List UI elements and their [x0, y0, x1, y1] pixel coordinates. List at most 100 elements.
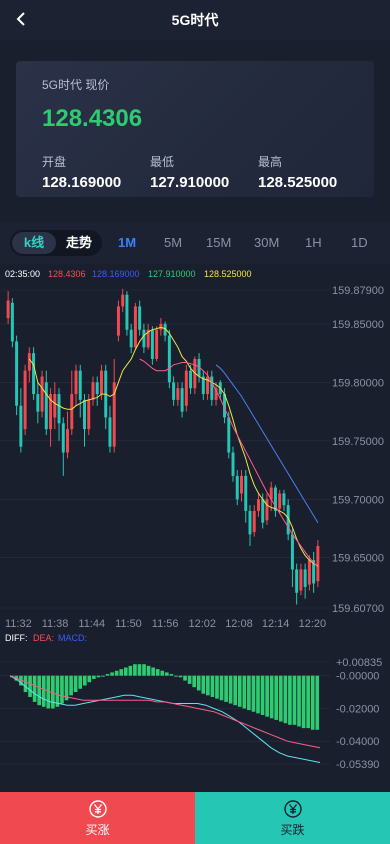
candle-body [303, 569, 307, 587]
candle-body [44, 382, 48, 430]
candle-body [66, 429, 70, 453]
macd-bar [37, 675, 41, 706]
candle-body [240, 475, 243, 494]
macd-bar [192, 675, 196, 688]
macd-y-tick-label: +0.00835 [336, 657, 382, 669]
candle-body [244, 475, 248, 511]
interval-15m[interactable]: 15M [206, 235, 231, 250]
tab-trend[interactable]: 走势 [58, 232, 100, 254]
back-button[interactable] [10, 7, 34, 31]
macd-bar [210, 675, 215, 697]
y-tick-label: 159.65000 [332, 553, 384, 565]
macd-bar [278, 675, 283, 722]
macd-macd-label: MACD: [58, 633, 87, 643]
candle-body [316, 546, 320, 582]
candle-body [184, 370, 188, 406]
candle-body [129, 329, 133, 348]
candle-body [172, 382, 176, 400]
chart-mode-toggle: k线 走势 [10, 230, 102, 256]
y-tick-label: 159.87900 [332, 285, 384, 297]
macd-bar [41, 675, 46, 707]
candle-body [78, 370, 82, 400]
macd-bar [151, 667, 155, 676]
macd-bar [23, 675, 28, 693]
candle-body [108, 417, 112, 447]
buy-down-button[interactable]: 买跌 [195, 792, 390, 844]
macd-bar [178, 675, 183, 678]
macd-bar [256, 675, 260, 714]
candle-body [155, 329, 159, 359]
macd-bar [137, 664, 142, 676]
macd-y-tick-label: -0.02000 [336, 703, 379, 715]
nav-header: 5G时代 [0, 0, 390, 40]
candle-body [142, 329, 146, 348]
macd-bar [201, 675, 206, 694]
buy-down-label: 买跌 [280, 822, 305, 837]
candle-body [121, 294, 125, 307]
macd-bar [288, 675, 292, 725]
candle-body [290, 534, 294, 570]
macd-bar [242, 675, 247, 709]
x-tick-label: 11:56 [152, 618, 179, 630]
back-chevron-icon [16, 12, 25, 26]
macd-bar [82, 675, 87, 686]
candle-body [91, 382, 95, 400]
quote-card: 5G时代 现价 128.4306 开盘 128.169000 最低 127.91… [16, 61, 374, 197]
macd-bar [28, 675, 32, 697]
candle-body [307, 560, 311, 585]
candle-body [138, 306, 142, 330]
tab-kline[interactable]: k线 [12, 232, 56, 254]
trade-actions: 买涨 买跌 [0, 792, 390, 844]
candle-body [252, 510, 256, 533]
candle-body [125, 294, 129, 330]
candle-body [70, 394, 74, 430]
macd-bar [92, 675, 96, 679]
y-tick-label: 159.75000 [332, 436, 384, 448]
macd-bar [123, 667, 128, 676]
macd-bar [110, 672, 114, 676]
interval-5m[interactable]: 5M [164, 235, 182, 250]
y-tick-label: 159.70000 [332, 494, 384, 506]
stat-open-value: 128.169000 [42, 174, 122, 191]
macd-bar [274, 675, 279, 720]
candle-body [235, 475, 239, 500]
info-value-1: 128.4306 [48, 269, 86, 279]
kline-chart[interactable]: 02:35:00 128.4306 128.169000 127.910000 … [0, 264, 390, 792]
macd-bar [292, 675, 297, 725]
candle-body [36, 394, 40, 412]
candle-body [150, 329, 154, 359]
x-tick-label: 12:14 [262, 618, 290, 630]
stat-low-value: 127.910000 [150, 174, 230, 191]
candle-body [15, 341, 19, 406]
buy-up-button[interactable]: 买涨 [0, 792, 195, 844]
candle-body [282, 493, 286, 506]
interval-1h[interactable]: 1H [305, 235, 322, 250]
macd-bar [169, 674, 174, 676]
macd-bar [69, 675, 73, 696]
macd-bar [237, 675, 242, 707]
interval-1d[interactable]: 1D [351, 235, 368, 250]
candle-body [61, 423, 65, 453]
x-tick-label: 11:50 [115, 618, 142, 630]
candle-body [295, 569, 299, 593]
macd-bar [114, 670, 119, 676]
macd-bar [224, 675, 228, 702]
candle-body [19, 405, 23, 447]
macd-bar [306, 675, 310, 729]
interval-1m[interactable]: 1M [118, 235, 136, 250]
candle-body [57, 394, 61, 424]
macd-bar [155, 669, 160, 676]
interval-30m[interactable]: 30M [254, 235, 279, 250]
candle-body [231, 452, 235, 476]
stat-high-label: 最高 [258, 155, 283, 169]
stat-low: 最低 127.910000 [150, 153, 229, 191]
info-value-2: 128.169000 [92, 269, 140, 279]
candle-body [95, 382, 99, 395]
chart-tabs: k线 走势 1M 5M 15M 30M 1H 1D [0, 222, 390, 264]
macd-bar [174, 675, 178, 677]
macd-bar [60, 675, 64, 704]
candle-body [299, 569, 303, 591]
y-tick-label: 159.85000 [332, 319, 384, 331]
macd-bar [119, 669, 124, 676]
page-title: 5G时代 [171, 12, 219, 28]
